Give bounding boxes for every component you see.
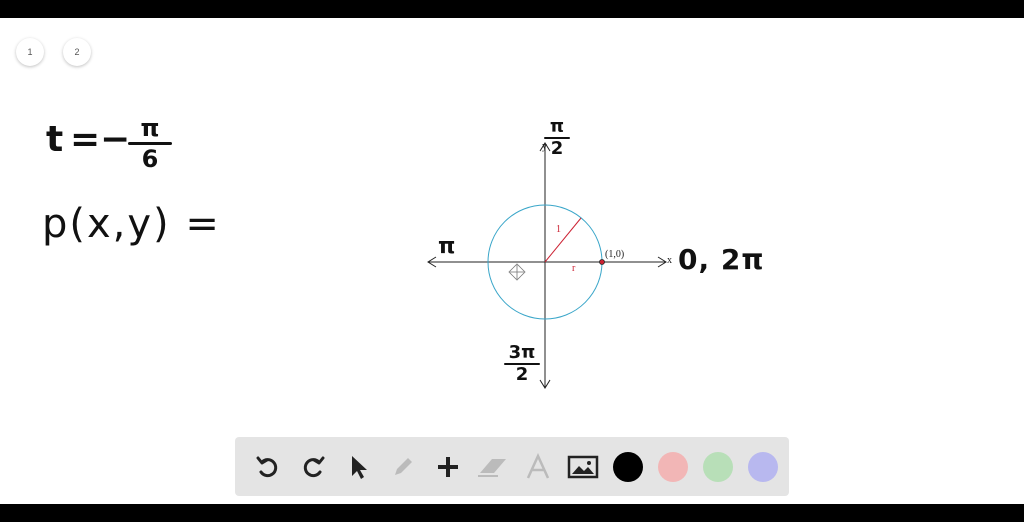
color-dot bbox=[612, 451, 643, 482]
note-line-2: p(x,y) = bbox=[42, 201, 221, 247]
r-label: r bbox=[572, 263, 576, 274]
image-icon bbox=[567, 455, 598, 478]
page-1-button[interactable]: 1 bbox=[16, 38, 44, 66]
text-button[interactable] bbox=[515, 444, 560, 489]
pen-icon bbox=[394, 457, 412, 475]
fraction-numerator: π bbox=[140, 114, 160, 142]
radius-line bbox=[544, 217, 582, 263]
fraction-denominator: 6 bbox=[141, 145, 159, 173]
color-dot bbox=[657, 451, 688, 482]
angle-bottom-denominator: 2 bbox=[515, 364, 529, 385]
color-swatch-blue[interactable] bbox=[740, 444, 785, 489]
angle-label-top: π 2 bbox=[544, 118, 570, 158]
point-label: (1,0) bbox=[605, 249, 625, 260]
note-minus: − bbox=[100, 119, 131, 160]
text-icon bbox=[526, 452, 549, 479]
note-variable: t bbox=[46, 119, 64, 160]
angle-bottom-numerator: 3π bbox=[508, 342, 536, 363]
undo-button[interactable] bbox=[245, 444, 290, 489]
image-button[interactable] bbox=[560, 444, 605, 489]
angle-label-right: 0, 2π bbox=[678, 243, 765, 276]
pointer-icon bbox=[351, 455, 367, 479]
note-fraction: π 6 bbox=[128, 116, 172, 171]
color-swatch-black[interactable] bbox=[605, 444, 650, 489]
redo-button[interactable] bbox=[290, 444, 335, 489]
angle-top-numerator: π bbox=[549, 116, 565, 137]
eraser-button[interactable] bbox=[470, 444, 515, 489]
add-icon bbox=[437, 456, 458, 477]
pen-button[interactable] bbox=[380, 444, 425, 489]
x-axis-label: x bbox=[667, 255, 672, 266]
eraser-icon bbox=[477, 458, 506, 477]
angle-top-denominator: 2 bbox=[550, 138, 564, 159]
move-cursor-icon bbox=[508, 263, 526, 281]
note-equals: = bbox=[70, 119, 101, 160]
page-number: 1 bbox=[27, 47, 33, 57]
color-dot bbox=[747, 451, 778, 482]
select-button[interactable] bbox=[335, 444, 380, 489]
page-2-button[interactable]: 2 bbox=[63, 38, 91, 66]
drawing-toolbar bbox=[235, 437, 789, 496]
angle-label-left: π bbox=[438, 234, 456, 259]
color-swatch-red[interactable] bbox=[650, 444, 695, 489]
angle-label-bottom: 3π 2 bbox=[504, 344, 540, 384]
page-number: 2 bbox=[74, 47, 80, 57]
undo-icon bbox=[256, 456, 277, 477]
color-dot bbox=[702, 451, 733, 482]
redo-icon bbox=[303, 456, 324, 477]
whiteboard-canvas[interactable]: 1 2 t = − π 6 p(x,y) = y x (1,0) 1 r π 2… bbox=[0, 18, 1024, 504]
radius-label: 1 bbox=[556, 224, 561, 235]
unit-circle-diagram bbox=[427, 142, 667, 389]
color-swatch-green[interactable] bbox=[695, 444, 740, 489]
add-button[interactable] bbox=[425, 444, 470, 489]
point-1-0 bbox=[599, 259, 605, 265]
